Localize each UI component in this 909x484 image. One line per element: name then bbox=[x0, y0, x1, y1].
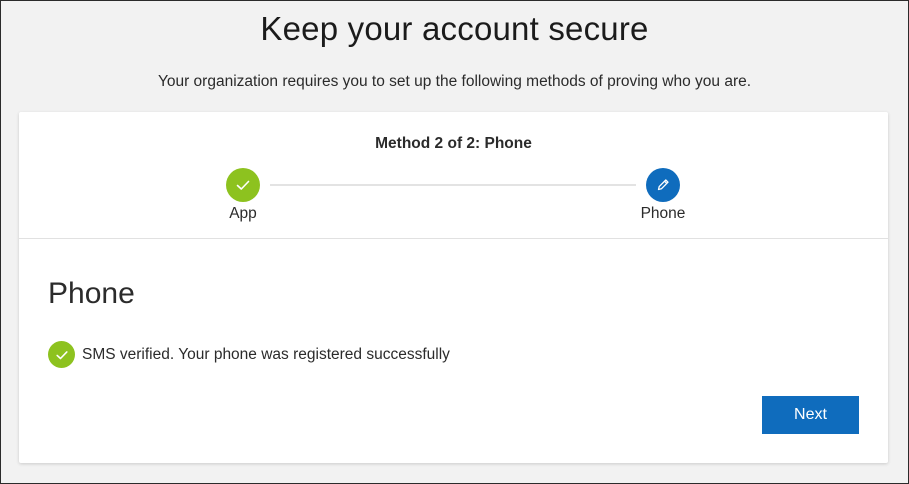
step-app-label: App bbox=[229, 205, 257, 222]
phone-method-section: Phone SMS verified. Your phone was regis… bbox=[19, 239, 888, 463]
method-stepper: Method 2 of 2: Phone App Phone bbox=[19, 112, 888, 239]
step-phone-label: Phone bbox=[640, 205, 686, 222]
status-message: SMS verified. Your phone was registered … bbox=[82, 345, 450, 363]
stepper-header: Method 2 of 2: Phone bbox=[375, 135, 532, 152]
checkmark-icon bbox=[55, 350, 68, 359]
section-title: Phone bbox=[48, 277, 135, 310]
page-title: Keep your account secure bbox=[260, 10, 649, 47]
next-button[interactable]: Next bbox=[762, 396, 859, 434]
checkmark-icon bbox=[236, 180, 250, 190]
step-app-indicator bbox=[226, 168, 260, 202]
stepper-connector-line bbox=[270, 184, 636, 186]
step-phone-indicator bbox=[646, 168, 680, 202]
verification-status: SMS verified. Your phone was registered … bbox=[48, 341, 450, 368]
setup-card: Method 2 of 2: Phone App Phone Phone SMS… bbox=[19, 112, 888, 463]
page-frame: Keep your account secure Your organizati… bbox=[0, 0, 909, 484]
page-subtitle: Your organization requires you to set up… bbox=[157, 73, 752, 90]
pencil-icon bbox=[657, 179, 669, 191]
success-check-icon bbox=[48, 341, 75, 368]
